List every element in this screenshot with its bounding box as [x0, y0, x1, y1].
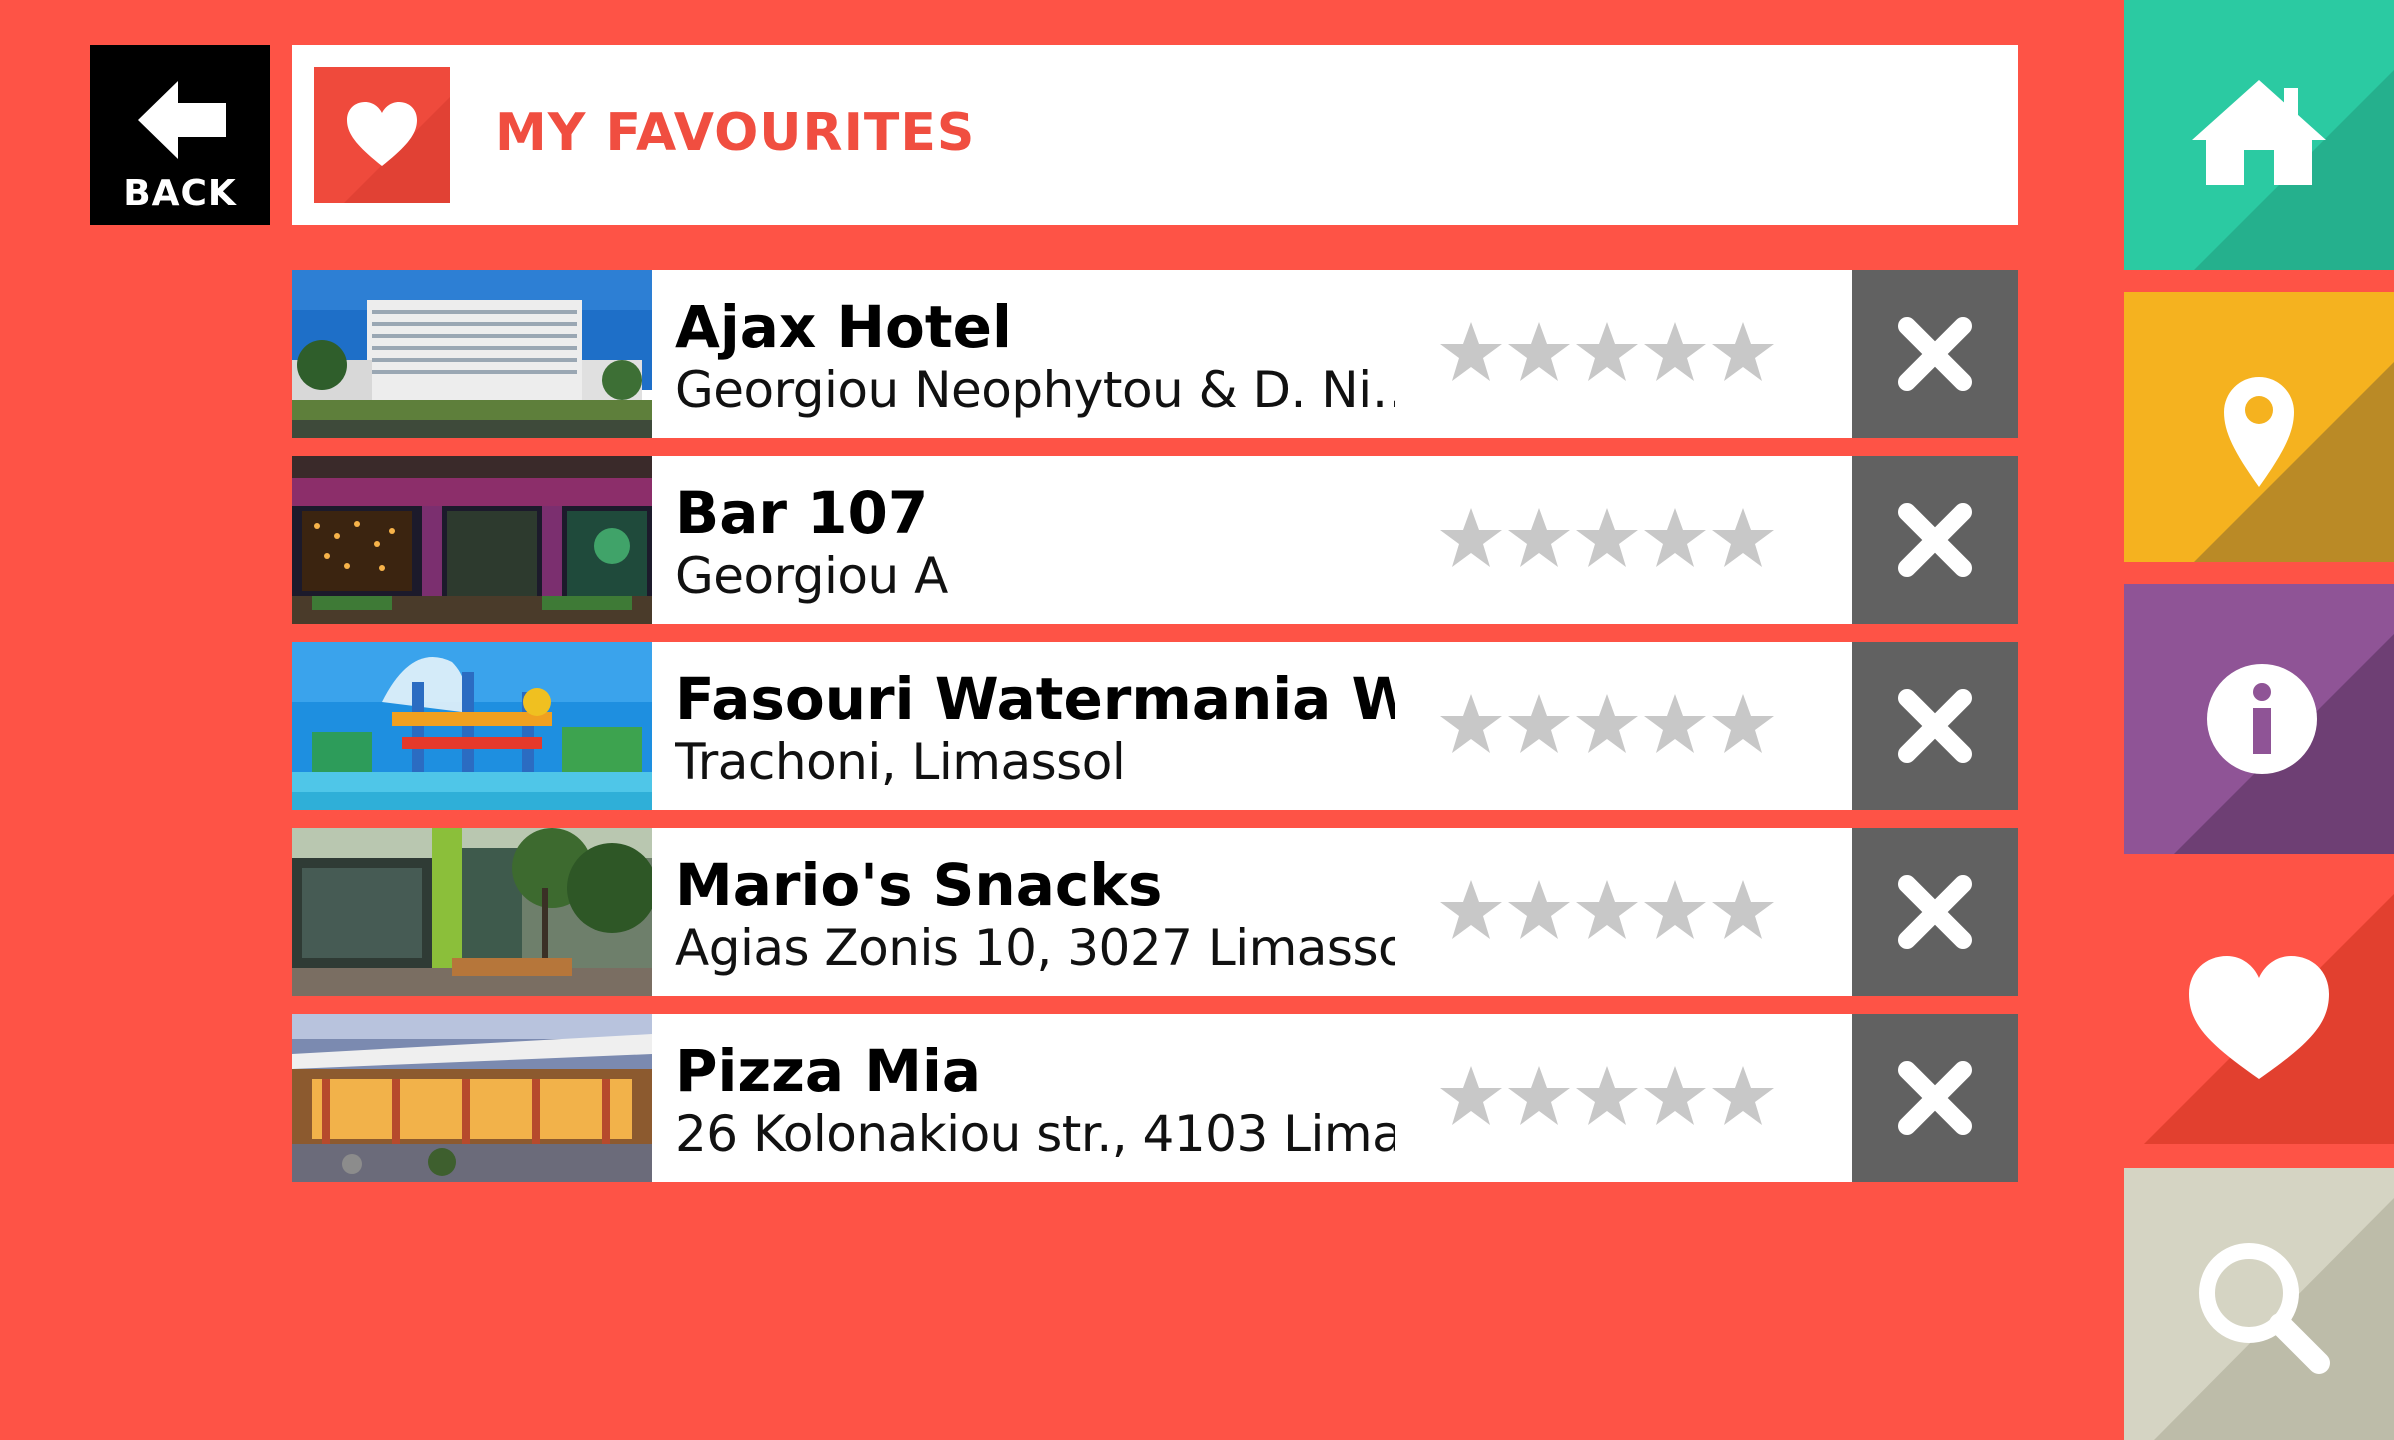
back-button[interactable]: BACK [90, 45, 270, 225]
list-item[interactable]: Pizza Mia 26 Kolonakiou str., 4103 Lima… [292, 1014, 2018, 1182]
item-name: Bar 107 [675, 480, 929, 546]
star-rating[interactable] [1437, 876, 1782, 948]
star-icon[interactable] [1641, 1062, 1709, 1130]
nav-favourites-button[interactable] [2124, 874, 2394, 1144]
star-rating[interactable] [1437, 318, 1782, 390]
item-address: Georgiou Neophytou & D. Ni… [675, 361, 1395, 419]
back-label: BACK [123, 173, 237, 214]
star-icon[interactable] [1641, 876, 1709, 944]
star-icon[interactable] [1437, 690, 1505, 758]
nav-info-button[interactable] [2124, 584, 2394, 854]
remove-favourite-button[interactable] [1852, 456, 2018, 624]
favourites-list: Ajax Hotel Georgiou Neophytou & D. Ni… B… [292, 270, 2018, 1200]
close-icon [1898, 689, 1972, 763]
star-icon[interactable] [1573, 504, 1641, 572]
star-icon[interactable] [1709, 690, 1777, 758]
star-rating[interactable] [1437, 1062, 1782, 1134]
star-rating[interactable] [1437, 504, 1782, 576]
list-item[interactable]: Fasouri Watermania Wa… Trachoni, Limasso… [292, 642, 2018, 810]
nav-home-button[interactable] [2124, 0, 2394, 270]
nav-search-button[interactable] [2124, 1168, 2394, 1440]
star-icon[interactable] [1437, 1062, 1505, 1130]
star-icon[interactable] [1437, 318, 1505, 386]
star-icon[interactable] [1573, 318, 1641, 386]
hotel-photo [292, 270, 652, 438]
item-address: 26 Kolonakiou str., 4103 Lima… [675, 1105, 1395, 1163]
star-icon[interactable] [1573, 1062, 1641, 1130]
remove-favourite-button[interactable] [1852, 828, 2018, 996]
remove-favourite-button[interactable] [1852, 270, 2018, 438]
close-icon [1898, 317, 1972, 391]
waterpark-photo [292, 642, 652, 810]
list-item[interactable]: Mario's Snacks Agias Zonis 10, 3027 Lima… [292, 828, 2018, 996]
page-header: MY FAVOURITES [292, 45, 2018, 225]
close-icon [1898, 503, 1972, 577]
back-arrow-icon [138, 81, 226, 159]
star-icon[interactable] [1505, 690, 1573, 758]
snacks-photo [292, 828, 652, 996]
item-address: Georgiou A [675, 547, 948, 605]
star-icon[interactable] [1641, 690, 1709, 758]
star-icon[interactable] [1709, 504, 1777, 572]
item-name: Ajax Hotel [675, 294, 1012, 360]
item-address: Trachoni, Limassol [675, 733, 1126, 791]
pizzeria-photo [292, 1014, 652, 1182]
star-icon[interactable] [1437, 876, 1505, 944]
star-icon[interactable] [1573, 690, 1641, 758]
heart-icon [347, 102, 417, 166]
list-item[interactable]: Bar 107 Georgiou A [292, 456, 2018, 624]
remove-favourite-button[interactable] [1852, 642, 2018, 810]
star-icon[interactable] [1437, 504, 1505, 572]
close-icon [1898, 1061, 1972, 1135]
star-rating[interactable] [1437, 690, 1782, 762]
star-icon[interactable] [1709, 318, 1777, 386]
star-icon[interactable] [1573, 876, 1641, 944]
item-name: Pizza Mia [675, 1038, 981, 1104]
star-icon[interactable] [1505, 1062, 1573, 1130]
info-icon [2207, 664, 2317, 774]
page-title: MY FAVOURITES [495, 103, 976, 163]
star-icon[interactable] [1505, 504, 1573, 572]
remove-favourite-button[interactable] [1852, 1014, 2018, 1182]
star-icon[interactable] [1709, 876, 1777, 944]
item-name: Mario's Snacks [675, 852, 1163, 918]
star-icon[interactable] [1505, 876, 1573, 944]
list-item[interactable]: Ajax Hotel Georgiou Neophytou & D. Ni… [292, 270, 2018, 438]
bar-photo [292, 456, 652, 624]
star-icon[interactable] [1709, 1062, 1777, 1130]
close-icon [1898, 875, 1972, 949]
item-name: Fasouri Watermania Wa… [675, 666, 1395, 732]
star-icon[interactable] [1641, 504, 1709, 572]
favourites-badge [314, 67, 450, 203]
star-icon[interactable] [1505, 318, 1573, 386]
item-address: Agias Zonis 10, 3027 Limassol [675, 919, 1395, 977]
nav-map-button[interactable] [2124, 292, 2394, 562]
star-icon[interactable] [1641, 318, 1709, 386]
